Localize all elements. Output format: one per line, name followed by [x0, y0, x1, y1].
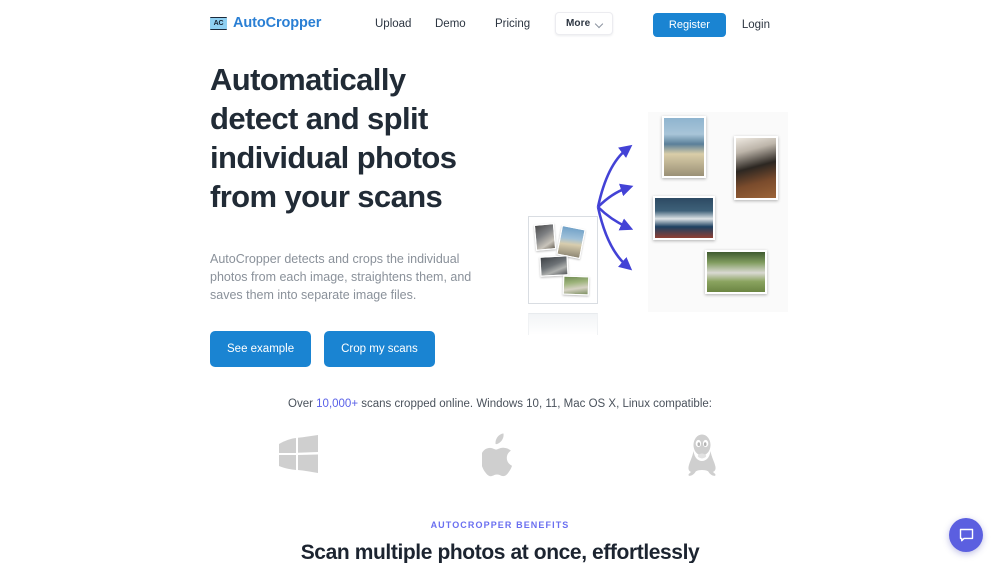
hero-illustration	[520, 105, 800, 335]
register-button[interactable]: Register	[652, 13, 726, 37]
social-proof-section: Over 10,000+ scans cropped online. Windo…	[0, 398, 1000, 477]
site-header: AC AutoCropper Upload Demo Pricing More …	[0, 0, 1000, 42]
main-nav: Upload Demo Pricing More	[375, 12, 614, 35]
cropped-photo	[734, 136, 778, 200]
nav-item-pricing[interactable]: Pricing	[495, 14, 555, 34]
login-link[interactable]: Login	[742, 19, 770, 31]
proof-suffix: scans cropped online. Windows 10, 11, Ma…	[358, 398, 712, 410]
chevron-down-icon	[595, 20, 603, 28]
benefits-title: Scan multiple photos at once, effortless…	[300, 541, 700, 563]
nav-item-more-dropdown[interactable]: More	[555, 12, 614, 35]
brand-logo[interactable]: AC AutoCropper	[210, 15, 321, 31]
hero-subtitle: AutoCropper detects and crops the indivi…	[210, 252, 472, 302]
benefits-section: AUTOCROPPER BENEFITS Scan multiple photo…	[0, 520, 1000, 563]
chat-bubble-icon	[959, 528, 973, 541]
linux-icon	[671, 425, 733, 485]
proof-count: 10,000+	[316, 398, 359, 410]
see-example-button[interactable]: See example	[210, 331, 312, 367]
source-scan-sheet	[528, 216, 598, 304]
crop-my-scans-button[interactable]: Crop my scans	[324, 331, 435, 367]
source-photo	[556, 224, 586, 260]
source-photo	[539, 255, 569, 277]
hero-copy: Automatically detect and split individua…	[210, 60, 510, 367]
source-photo	[533, 223, 557, 251]
proof-prefix: Over	[288, 398, 317, 410]
page-title: Automatically detect and split individua…	[210, 62, 457, 214]
social-proof-text: Over 10,000+ scans cropped online. Windo…	[0, 398, 1000, 410]
cropped-photo	[662, 116, 706, 178]
apple-icon	[469, 425, 531, 485]
nav-item-demo[interactable]: Demo	[435, 14, 495, 34]
benefits-eyebrow: AUTOCROPPER BENEFITS	[430, 520, 570, 530]
chat-widget-button[interactable]	[949, 518, 983, 552]
cropped-photo	[705, 250, 767, 294]
autocropper-logo-icon: AC	[210, 16, 227, 30]
brand-mark-text: AC	[213, 19, 224, 27]
cropped-photo	[653, 196, 715, 240]
nav-more-label: More	[566, 18, 591, 29]
source-photo	[562, 275, 590, 296]
hero-cta-group: See example Crop my scans	[210, 331, 510, 367]
landing-page: AC AutoCropper Upload Demo Pricing More …	[0, 0, 1000, 563]
scan-sheet-reflection	[528, 313, 598, 335]
brand-name: AutoCropper	[233, 15, 322, 31]
nav-item-upload[interactable]: Upload	[375, 14, 435, 34]
cropped-photos-panel	[648, 112, 788, 312]
auth-actions: Register Login	[652, 13, 770, 37]
windows-icon	[267, 425, 329, 485]
platform-logos	[0, 425, 1000, 485]
split-arrows-icon	[596, 144, 634, 271]
